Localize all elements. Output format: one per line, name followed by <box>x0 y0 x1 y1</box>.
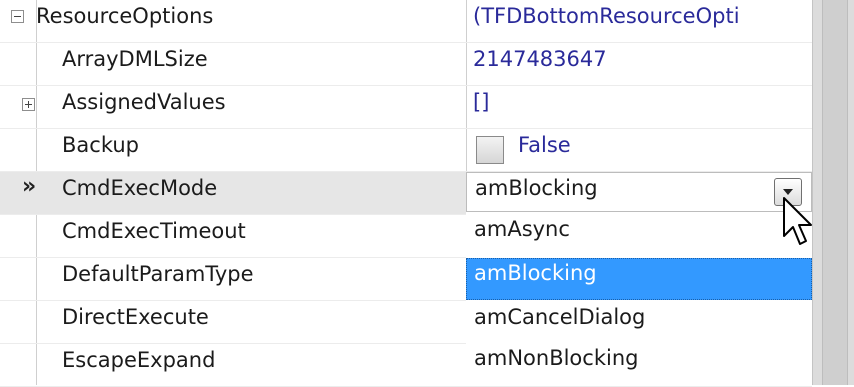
property-name: EscapeExpand <box>62 348 216 372</box>
double-chevron-right-icon: » <box>22 174 37 199</box>
dropdown-option[interactable]: amNonBlocking <box>466 343 812 385</box>
property-name: CmdExecTimeout <box>62 219 246 243</box>
property-row-resourceoptions[interactable]: ResourceOptions (TFDBottomResourceOpti <box>0 0 812 43</box>
property-name: CmdExecMode <box>62 176 218 200</box>
property-name: ArrayDMLSize <box>62 47 208 71</box>
expand-icon[interactable] <box>22 98 35 111</box>
scrollbar-thumb[interactable] <box>822 0 848 385</box>
property-value[interactable]: [] <box>473 90 489 114</box>
property-name: Backup <box>62 133 139 157</box>
property-row-backup[interactable]: Backup False <box>0 129 812 172</box>
property-name: ResourceOptions <box>36 4 214 28</box>
property-name: AssignedValues <box>62 90 226 114</box>
property-row-arraydmlsize[interactable]: ArrayDMLSize 2147483647 <box>0 43 812 86</box>
cmdexecmode-editor[interactable]: amBlocking <box>466 172 812 212</box>
property-name: DirectExecute <box>62 305 209 329</box>
dropdown-list[interactable]: amAsync amBlocking amCancelDialog amNonB… <box>466 212 812 385</box>
chevron-down-icon <box>783 189 793 195</box>
dropdown-option[interactable]: amCancelDialog <box>466 302 812 344</box>
editor-value[interactable]: amBlocking <box>475 176 598 200</box>
dropdown-option-selected[interactable]: amBlocking <box>466 258 812 300</box>
backup-checkbox[interactable] <box>476 136 504 164</box>
arrow-cursor-icon <box>783 197 812 245</box>
property-name: DefaultParamType <box>62 262 254 286</box>
object-inspector: ResourceOptions (TFDBottomResourceOpti A… <box>0 0 854 387</box>
property-value[interactable]: 2147483647 <box>473 47 607 71</box>
dropdown-option[interactable]: amAsync <box>466 214 812 256</box>
property-value[interactable]: (TFDBottomResourceOpti <box>473 4 740 28</box>
property-value: False <box>518 133 571 157</box>
property-row-assignedvalues[interactable]: AssignedValues [] <box>0 86 812 129</box>
collapse-icon[interactable] <box>11 10 24 23</box>
